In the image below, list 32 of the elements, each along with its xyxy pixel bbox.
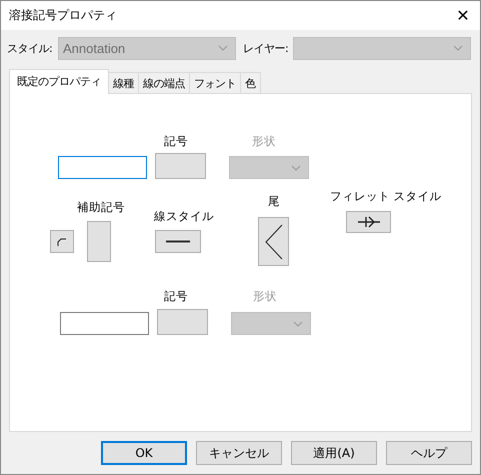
tab[interactable]: 色 — [240, 72, 260, 94]
tail-label: 尾 — [268, 194, 280, 209]
chevron-down-icon — [218, 45, 228, 51]
style-label: スタイル: — [7, 40, 54, 56]
dialog-button[interactable]: 適用(A) — [291, 441, 377, 465]
supplementary-button[interactable] — [50, 230, 74, 253]
shape-label: 形状 — [253, 289, 277, 304]
angle-icon — [264, 224, 282, 260]
dialog-button[interactable]: キャンセル — [196, 441, 282, 465]
tail-button[interactable] — [258, 217, 289, 266]
line-style-button[interactable] — [155, 230, 201, 253]
line-style-label: 線スタイル — [154, 209, 214, 224]
corner-icon — [57, 238, 67, 246]
dialog-button[interactable]: ヘルプ — [386, 441, 472, 465]
line-icon — [166, 240, 190, 243]
fillet-style-button[interactable] — [346, 211, 391, 233]
shape-label: 形状 — [252, 134, 276, 149]
chevron-down-icon — [291, 164, 301, 170]
chevron-down-icon — [293, 320, 303, 326]
layer-label: レイヤー: — [243, 40, 290, 56]
text-field[interactable] — [60, 312, 149, 335]
chevron-down-icon — [453, 45, 463, 51]
symbol-label: 記号 — [164, 134, 188, 149]
symbol-label: 記号 — [164, 289, 188, 304]
tab[interactable]: 既定のプロパティ — [9, 69, 109, 94]
text-field[interactable] — [58, 156, 147, 179]
window-title: 溶接記号プロパティ — [9, 7, 117, 24]
fillet-style-label: フィレット スタイル — [330, 189, 442, 204]
supplementary-label: 補助記号 — [77, 200, 125, 215]
fillet-icon — [358, 216, 380, 228]
close-button[interactable]: ✕ — [446, 1, 480, 30]
dialog-button[interactable]: OK — [101, 441, 187, 465]
